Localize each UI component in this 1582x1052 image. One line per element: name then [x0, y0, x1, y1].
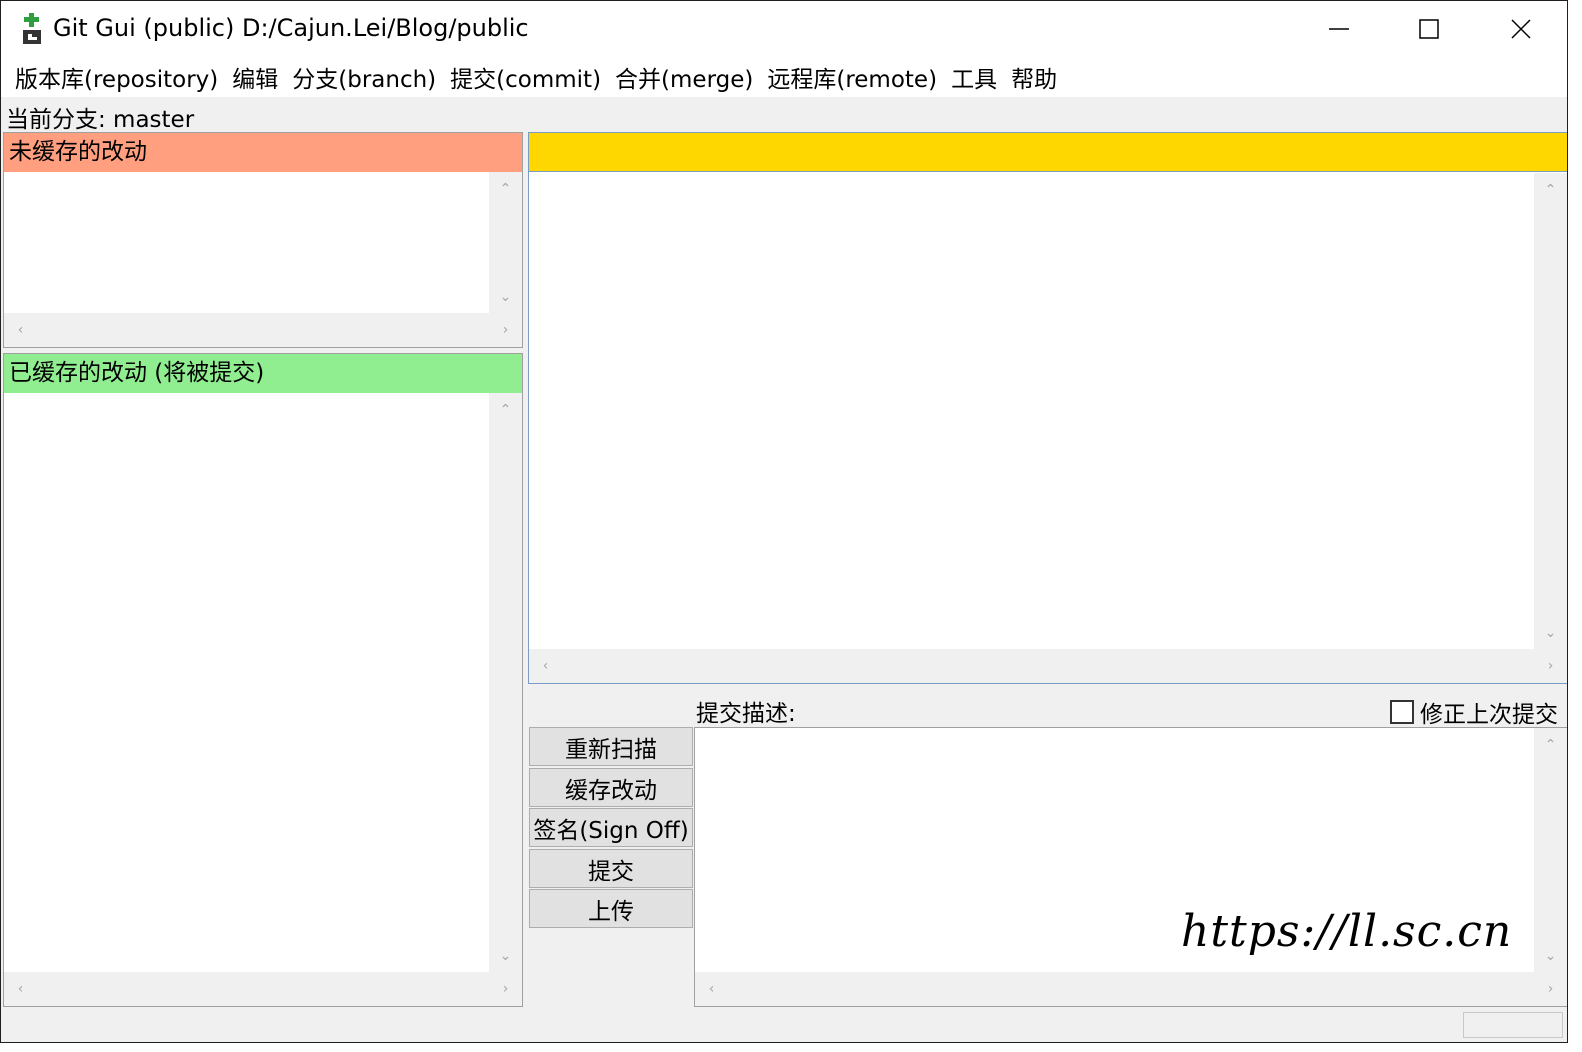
menu-branch[interactable]: 分支(branch)	[285, 60, 443, 94]
commit-button[interactable]: 提交	[529, 849, 693, 888]
unstaged-vertical-scrollbar[interactable]: ⌃ ⌄	[489, 172, 522, 314]
staged-changes-header: 已缓存的改动 (将被提交)	[4, 354, 522, 393]
push-button[interactable]: 上传	[529, 889, 693, 928]
scroll-down-icon[interactable]: ⌄	[1534, 616, 1567, 650]
scroll-down-icon[interactable]: ⌄	[489, 280, 522, 314]
amend-label: 修正上次提交	[1420, 702, 1558, 728]
amend-last-commit-checkbox[interactable]: 修正上次提交	[1390, 695, 1558, 729]
unstaged-changes-pane: 未缓存的改动 ⌃ ⌄ ‹ ›	[3, 132, 523, 348]
scroll-up-icon[interactable]: ⌃	[489, 393, 522, 427]
commit-message-vertical-scrollbar[interactable]: ⌃ ⌄	[1534, 728, 1567, 973]
checkbox-icon[interactable]	[1390, 700, 1414, 724]
commit-message-horizontal-scrollbar[interactable]: ‹ ›	[695, 972, 1567, 1006]
status-field	[1463, 1012, 1563, 1038]
scroll-down-icon[interactable]: ⌄	[489, 939, 522, 973]
diff-horizontal-scrollbar[interactable]: ‹ ›	[529, 649, 1567, 683]
menu-edit[interactable]: 编辑	[225, 60, 285, 94]
git-gui-icon	[23, 13, 41, 44]
watermark-text: https://ll.sc.cn	[1181, 906, 1513, 957]
diff-vertical-scrollbar[interactable]: ⌃ ⌄	[1534, 173, 1567, 650]
menu-remote[interactable]: 远程库(remote)	[760, 60, 944, 94]
title-bar: Git Gui (public) D:/Cajun.Lei/Blog/publi…	[1, 1, 1567, 57]
staged-changes-pane: 已缓存的改动 (将被提交) ⌃ ⌄ ‹ ›	[3, 353, 523, 1007]
scroll-left-icon[interactable]: ‹	[529, 649, 562, 683]
unstaged-changes-header: 未缓存的改动	[4, 133, 522, 172]
close-icon	[1511, 19, 1531, 39]
menu-merge[interactable]: 合并(merge)	[608, 60, 760, 94]
menu-help[interactable]: 帮助	[1004, 60, 1064, 94]
diff-header	[529, 133, 1567, 172]
scroll-right-icon[interactable]: ›	[1534, 649, 1567, 683]
commit-message-input[interactable]: ⌃ ⌄ ‹ ›	[694, 727, 1567, 1007]
sign-off-button[interactable]: 签名(Sign Off)	[529, 808, 693, 847]
scroll-right-icon[interactable]: ›	[489, 313, 522, 347]
staged-vertical-scrollbar[interactable]: ⌃ ⌄	[489, 393, 522, 973]
minimize-button[interactable]	[1294, 1, 1384, 57]
staged-horizontal-scrollbar[interactable]: ‹ ›	[4, 972, 522, 1006]
scroll-left-icon[interactable]: ‹	[695, 972, 728, 1006]
diff-pane: ⌃ ⌄ ‹ ›	[528, 132, 1567, 684]
git-gui-window: Git Gui (public) D:/Cajun.Lei/Blog/publi…	[0, 0, 1568, 1043]
current-branch-label: 当前分支: master	[6, 107, 195, 133]
menu-tools[interactable]: 工具	[944, 60, 1004, 94]
menu-bar: 版本库(repository) 编辑 分支(branch) 提交(commit)…	[1, 57, 1567, 97]
rescan-button[interactable]: 重新扫描	[529, 727, 693, 766]
unstaged-horizontal-scrollbar[interactable]: ‹ ›	[4, 313, 522, 347]
scroll-up-icon[interactable]: ⌃	[1534, 173, 1567, 207]
close-button[interactable]	[1476, 1, 1566, 57]
maximize-icon	[1419, 19, 1439, 39]
scroll-right-icon[interactable]: ›	[489, 972, 522, 1006]
scroll-down-icon[interactable]: ⌄	[1534, 939, 1567, 973]
menu-commit[interactable]: 提交(commit)	[443, 60, 608, 94]
scroll-up-icon[interactable]: ⌃	[489, 172, 522, 206]
scroll-up-icon[interactable]: ⌃	[1534, 728, 1567, 762]
maximize-button[interactable]	[1384, 1, 1474, 57]
stage-changed-button[interactable]: 缓存改动	[529, 768, 693, 807]
window-title: Git Gui (public) D:/Cajun.Lei/Blog/publi…	[53, 14, 529, 42]
commit-message-label: 提交描述:	[696, 701, 796, 727]
scroll-left-icon[interactable]: ‹	[4, 972, 37, 1006]
scroll-left-icon[interactable]: ‹	[4, 313, 37, 347]
menu-repository[interactable]: 版本库(repository)	[8, 60, 225, 94]
status-bar	[1, 1007, 1567, 1042]
scroll-right-icon[interactable]: ›	[1534, 972, 1567, 1006]
minimize-icon	[1329, 28, 1349, 30]
